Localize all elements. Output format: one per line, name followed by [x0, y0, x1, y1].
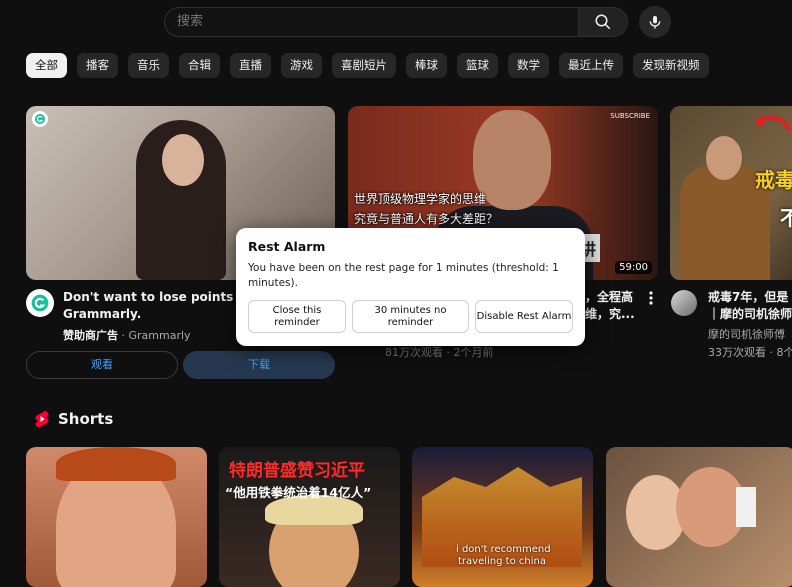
chip-baseball[interactable]: 棒球	[406, 53, 447, 78]
ad-title-line2: Grammarly.	[63, 307, 142, 321]
rest-alarm-dialog: Rest Alarm You have been on the rest pag…	[236, 228, 585, 346]
channel-name[interactable]: 摩的司机徐师傅	[708, 326, 785, 342]
thumbnail-face	[162, 134, 204, 186]
channel-avatar[interactable]	[671, 290, 697, 316]
thumbnail-overlay-text2: 不	[780, 206, 792, 230]
ad-channel-name[interactable]: Grammarly	[129, 329, 191, 342]
search-button[interactable]	[578, 7, 628, 37]
ad-meta: 赞助商广告 · Grammarly	[63, 327, 191, 343]
dialog-title: Rest Alarm	[248, 239, 326, 254]
chip-mixes[interactable]: 合辑	[179, 53, 220, 78]
sponsored-label: 赞助商广告	[63, 329, 118, 342]
chip-all[interactable]: 全部	[26, 53, 67, 78]
shorts-logo-icon	[35, 410, 49, 427]
ad-title-line1: Don't want to lose points for pla	[63, 290, 282, 304]
video-title-driver[interactable]: 戒毒7年，但是 ｜摩的司机徐师	[708, 289, 792, 323]
shorts-header: Shorts	[34, 410, 113, 428]
chip-recently-uploaded[interactable]: 最近上传	[559, 53, 623, 78]
ad-video-title[interactable]: Don't want to lose points for pla Gramma…	[63, 289, 282, 323]
download-button[interactable]: 下载	[183, 351, 335, 379]
category-chips: 全部 播客 音乐 合辑 直播 游戏 喜剧短片 棒球 篮球 数学 最近上传 发现新…	[26, 53, 709, 78]
short-caption-line2: traveling to china	[458, 556, 546, 567]
subscribe-watermark: SUBSCRIBE	[610, 112, 650, 120]
short-thumbnail-1[interactable]	[26, 447, 207, 587]
short-overlay-line1: 特朗普盛赞习近平	[229, 461, 365, 481]
short-thumbnail-3[interactable]: i don't recommend traveling to china	[412, 447, 593, 587]
thumbnail-window	[736, 487, 756, 527]
microphone-icon	[649, 16, 661, 29]
grammarly-logo-icon	[32, 111, 48, 127]
chip-math[interactable]: 数学	[508, 53, 549, 78]
video-duration: 59:00	[615, 261, 652, 274]
video-meta-physicist: 81万次观看 · 2个月前	[385, 346, 494, 359]
video-meta-driver: 33万次观看 · 8个月	[708, 346, 792, 359]
thumbnail-face	[706, 136, 742, 180]
chip-podcasts[interactable]: 播客	[77, 53, 118, 78]
red-arrow-icon	[754, 114, 792, 132]
thumbnail-overlay-line1: 世界顶级物理学家的思维	[354, 192, 487, 206]
chip-gaming[interactable]: 游戏	[281, 53, 322, 78]
dialog-message: You have been on the rest page for 1 min…	[248, 262, 559, 289]
search-icon	[595, 14, 611, 30]
shorts-title: Shorts	[58, 410, 114, 428]
video-title-physicist[interactable]: ，全程高 维，究...	[585, 289, 635, 323]
chip-sketch-comedy[interactable]: 喜剧短片	[332, 53, 396, 78]
thumbnail-overlay-line2: 究竟与普通人有多大差距？	[354, 212, 499, 226]
grammarly-avatar[interactable]	[26, 289, 54, 317]
short-thumbnail-2[interactable]: 特朗普盛赞习近平 “他用铁拳统治着14亿人”	[219, 447, 400, 587]
title-line2: ｜摩的司机徐师	[708, 307, 792, 321]
short-overlay-line2: “他用铁拳统治着14亿人”	[225, 485, 372, 500]
title-line2: 维，究...	[585, 307, 635, 321]
title-line1: 戒毒7年，但是	[708, 290, 789, 304]
voice-search-button[interactable]	[639, 6, 671, 38]
short-caption-line1: i don't recommend	[456, 544, 551, 555]
search-input[interactable]: 搜索	[164, 7, 578, 37]
chip-new-to-you[interactable]: 发现新视频	[633, 53, 709, 78]
more-options-button[interactable]	[646, 290, 656, 310]
grammarly-logo-icon	[31, 294, 49, 312]
snooze-30-minutes-button[interactable]: 30 minutes no reminder	[352, 300, 469, 333]
close-reminder-button[interactable]: Close this reminder	[248, 300, 346, 333]
more-vert-icon	[649, 291, 653, 305]
short-thumbnail-4[interactable]	[606, 447, 792, 587]
disable-rest-alarm-button[interactable]: Disable Rest Alarm	[475, 300, 573, 333]
thumbnail-hair	[56, 447, 176, 481]
video-thumbnail-driver[interactable]: 戒毒 不	[670, 106, 792, 280]
chip-live[interactable]: 直播	[230, 53, 271, 78]
title-line1: ，全程高	[585, 290, 634, 304]
thumbnail-overlay-text: 戒毒	[755, 168, 792, 192]
chip-basketball[interactable]: 篮球	[457, 53, 498, 78]
chip-music[interactable]: 音乐	[128, 53, 169, 78]
watch-button[interactable]: 观看	[26, 351, 178, 379]
meta-separator: ·	[118, 329, 129, 342]
